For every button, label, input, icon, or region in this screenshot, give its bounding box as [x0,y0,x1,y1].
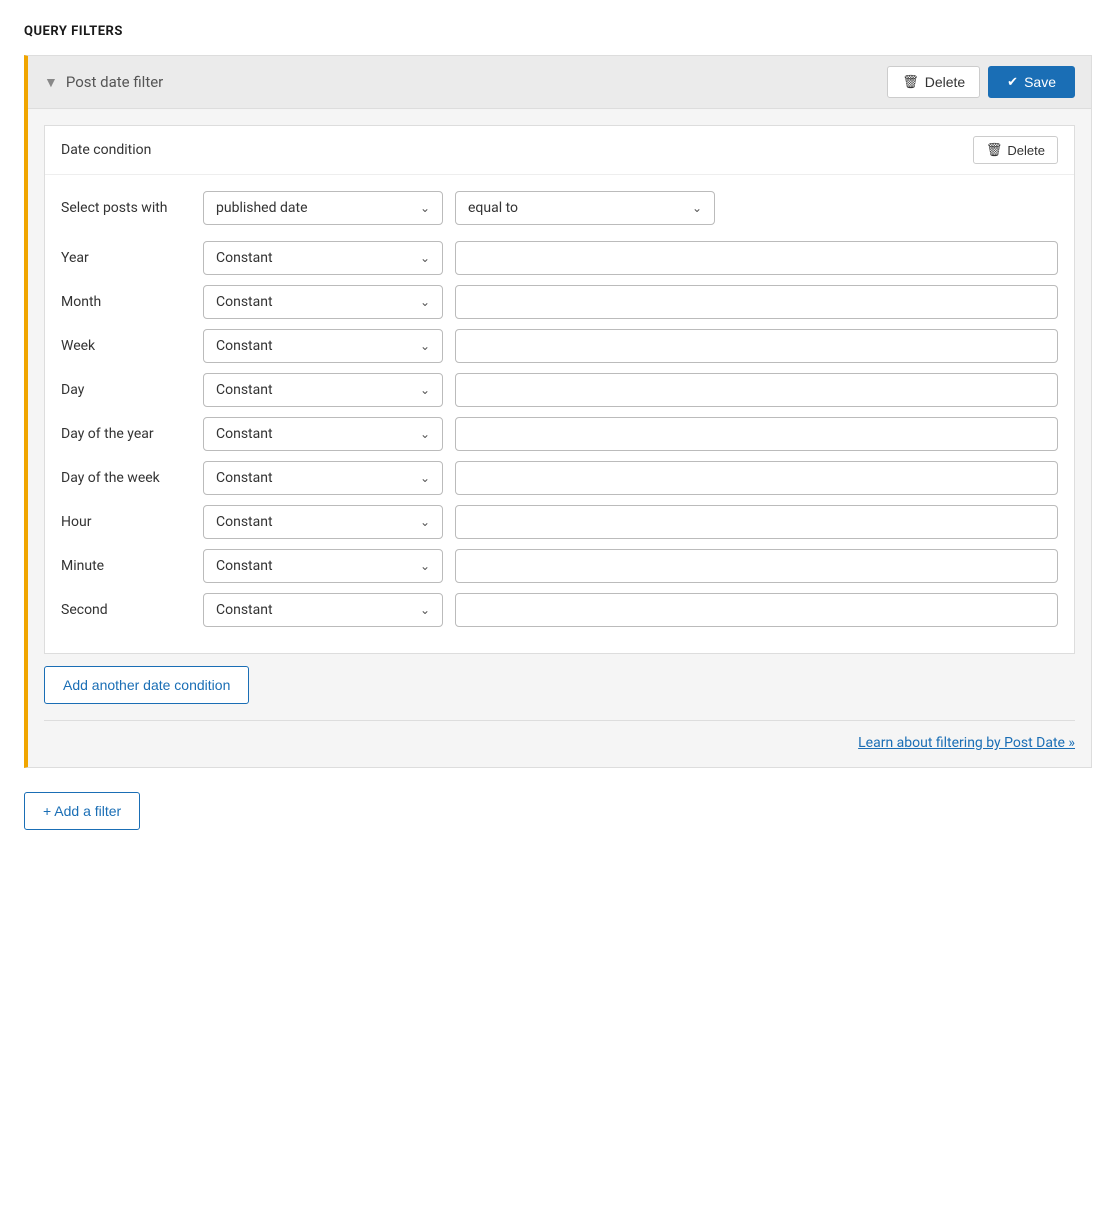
date-condition-delete-button[interactable]: 🗑 Delete [973,136,1058,164]
field-label-second: Second [61,602,191,618]
chevron-down-icon: ⌄ [420,559,430,573]
select-posts-label: Select posts with [61,200,191,216]
comparison-chevron: ⌄ [692,201,702,215]
field-row: Minute Constant⌄ [61,549,1058,583]
select-posts-row: Select posts with published date ⌄ equal… [61,191,1058,225]
filter-title: Post date filter [66,73,163,91]
add-filter-button[interactable]: + Add a filter [24,792,140,830]
check-icon: ✔ [1007,74,1018,90]
date-condition-box: Date condition 🗑 Delete Select posts wit… [44,125,1075,654]
chevron-down-icon: ⌄ [420,427,430,441]
published-date-value: published date [216,200,308,216]
funnel-icon: ▼ [44,74,58,91]
learn-link-row: Learn about filtering by Post Date » [44,720,1075,751]
save-button[interactable]: ✔ Save [988,66,1075,98]
field-label-week: Week [61,338,191,354]
field-select-day[interactable]: Constant⌄ [203,373,443,407]
field-input-day-of-the-year[interactable] [455,417,1058,451]
field-input-minute[interactable] [455,549,1058,583]
field-select-year[interactable]: Constant⌄ [203,241,443,275]
query-filters-section: QUERY FILTERS ▼ Post date filter 🗑 Delet… [24,24,1092,830]
filter-card-body: Date condition 🗑 Delete Select posts wit… [28,109,1091,767]
field-label-day-of-the-year: Day of the year [61,426,191,442]
date-condition-header: Date condition 🗑 Delete [45,126,1074,175]
field-select-minute[interactable]: Constant⌄ [203,549,443,583]
chevron-down-icon: ⌄ [420,603,430,617]
save-label: Save [1024,74,1056,90]
field-label-hour: Hour [61,514,191,530]
field-row: Second Constant⌄ [61,593,1058,627]
date-condition-delete-label: Delete [1007,143,1045,158]
field-input-day-of-the-week[interactable] [455,461,1058,495]
query-filters-title: QUERY FILTERS [24,24,1092,39]
field-select-second[interactable]: Constant⌄ [203,593,443,627]
field-rows-container: Year Constant⌄ Month Constant⌄ Week Constant⌄… [61,241,1058,627]
field-input-day[interactable] [455,373,1058,407]
learn-link[interactable]: Learn about filtering by Post Date » [858,735,1075,751]
date-condition-title: Date condition [61,142,151,158]
chevron-down-icon: ⌄ [420,251,430,265]
field-label-day-of-the-week: Day of the week [61,470,191,486]
filter-card-header: ▼ Post date filter 🗑 Delete ✔ Save [28,56,1091,109]
field-select-week[interactable]: Constant⌄ [203,329,443,363]
comparison-value: equal to [468,200,518,216]
field-row: Day Constant⌄ [61,373,1058,407]
add-filter-label: + Add a filter [43,803,121,819]
chevron-down-icon: ⌄ [420,515,430,529]
chevron-down-icon: ⌄ [420,339,430,353]
field-label-month: Month [61,294,191,310]
field-select-month[interactable]: Constant⌄ [203,285,443,319]
field-label-year: Year [61,250,191,266]
field-input-hour[interactable] [455,505,1058,539]
add-date-condition-label: Add another date condition [63,677,230,693]
filter-card: ▼ Post date filter 🗑 Delete ✔ Save Date … [24,55,1092,768]
field-row: Day of the week Constant⌄ [61,461,1058,495]
trash-icon: 🗑 [902,74,919,90]
field-row: Week Constant⌄ [61,329,1058,363]
field-input-month[interactable] [455,285,1058,319]
chevron-down-icon: ⌄ [420,471,430,485]
header-buttons: 🗑 Delete ✔ Save [887,66,1075,98]
chevron-down-icon: ⌄ [420,383,430,397]
add-date-condition-button[interactable]: Add another date condition [44,666,249,704]
field-row: Hour Constant⌄ [61,505,1058,539]
comparison-select[interactable]: equal to ⌄ [455,191,715,225]
field-row: Month Constant⌄ [61,285,1058,319]
published-date-chevron: ⌄ [420,201,430,215]
published-date-select[interactable]: published date ⌄ [203,191,443,225]
filter-card-header-left: ▼ Post date filter [44,73,163,91]
field-label-minute: Minute [61,558,191,574]
field-label-day: Day [61,382,191,398]
date-condition-content: Select posts with published date ⌄ equal… [45,175,1074,653]
field-select-day-of-the-week[interactable]: Constant⌄ [203,461,443,495]
field-select-hour[interactable]: Constant⌄ [203,505,443,539]
field-input-second[interactable] [455,593,1058,627]
field-row: Day of the year Constant⌄ [61,417,1058,451]
field-select-day-of-the-year[interactable]: Constant⌄ [203,417,443,451]
field-row: Year Constant⌄ [61,241,1058,275]
date-condition-trash-icon: 🗑 [986,142,1003,158]
header-delete-button[interactable]: 🗑 Delete [887,66,980,98]
field-input-year[interactable] [455,241,1058,275]
field-input-week[interactable] [455,329,1058,363]
chevron-down-icon: ⌄ [420,295,430,309]
header-delete-label: Delete [925,74,965,90]
